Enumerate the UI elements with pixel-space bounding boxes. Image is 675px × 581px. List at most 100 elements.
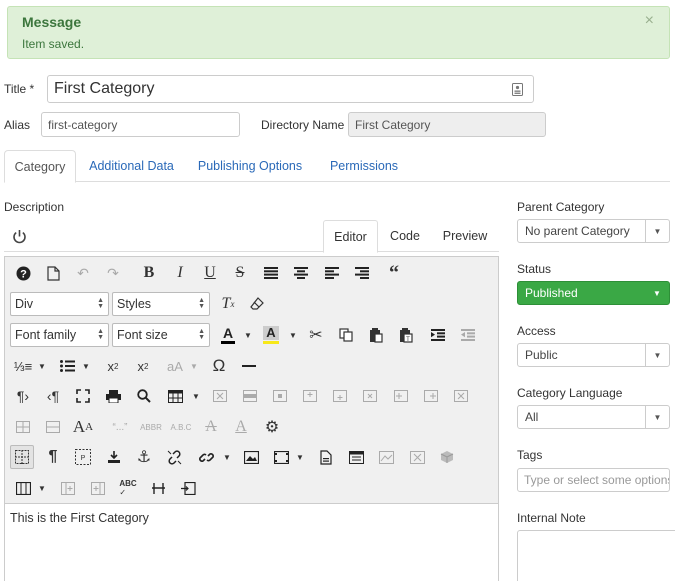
chevron-down-icon[interactable]: ▼ bbox=[81, 354, 91, 378]
rtl-direction-icon[interactable]: ‹¶ bbox=[41, 384, 65, 408]
font-family-select[interactable]: Font family ▲ ▼ bbox=[10, 323, 109, 347]
show-invisibles-icon[interactable]: ¶ bbox=[41, 445, 65, 469]
tab-code[interactable]: Code bbox=[380, 220, 430, 252]
title-input[interactable]: First Category bbox=[47, 75, 534, 103]
tab-publishing-options[interactable]: Publishing Options bbox=[190, 150, 310, 182]
align-left-icon[interactable] bbox=[320, 261, 344, 285]
table-row-props-icon[interactable] bbox=[238, 384, 262, 408]
table-delete-icon[interactable] bbox=[208, 384, 232, 408]
access-select[interactable]: Public ▼ bbox=[517, 343, 670, 367]
paste-icon[interactable] bbox=[364, 323, 388, 347]
link-icon[interactable] bbox=[194, 445, 218, 469]
align-center-icon[interactable] bbox=[289, 261, 313, 285]
blockquote-icon[interactable]: “ bbox=[382, 261, 406, 285]
outdent-icon[interactable] bbox=[456, 323, 480, 347]
subscript-icon[interactable]: x2 bbox=[101, 354, 125, 378]
anchor-icon[interactable]: ⚓ bbox=[132, 445, 156, 469]
align-justify-icon[interactable] bbox=[259, 261, 283, 285]
clear-formatting-icon[interactable]: Tx bbox=[216, 292, 240, 316]
italic-icon[interactable]: I bbox=[168, 261, 192, 285]
styles-select[interactable]: Styles ▲ ▼ bbox=[112, 292, 210, 316]
cube-icon[interactable] bbox=[435, 445, 459, 469]
print-icon[interactable] bbox=[101, 384, 125, 408]
tab-permissions[interactable]: Permissions bbox=[322, 150, 406, 182]
redo-icon[interactable]: ↷ bbox=[101, 261, 125, 285]
align-right-icon[interactable] bbox=[350, 261, 374, 285]
layer-remove-icon[interactable] bbox=[405, 445, 429, 469]
table-insert-col-before-icon[interactable] bbox=[389, 384, 413, 408]
table-icon[interactable] bbox=[163, 384, 187, 408]
status-select[interactable]: Published ▼ bbox=[517, 281, 670, 305]
template-icon[interactable] bbox=[314, 445, 338, 469]
strikethrough-icon[interactable]: S bbox=[228, 261, 252, 285]
parent-category-select[interactable]: No parent Category ▼ bbox=[517, 219, 670, 243]
chevron-down-icon[interactable]: ▼ bbox=[37, 476, 47, 500]
bold-icon[interactable]: B bbox=[137, 261, 161, 285]
undo-icon[interactable]: ↶ bbox=[71, 261, 95, 285]
tab-editor[interactable]: Editor bbox=[323, 220, 378, 253]
superscript-icon[interactable]: x2 bbox=[131, 354, 155, 378]
table-delete-col-icon[interactable] bbox=[449, 384, 473, 408]
omega-special-character-icon[interactable]: Ω bbox=[207, 354, 231, 378]
unlink-icon[interactable] bbox=[162, 445, 186, 469]
paste-text-icon[interactable]: T bbox=[394, 323, 418, 347]
nonbreaking-space-icon[interactable] bbox=[146, 476, 170, 500]
indent-icon[interactable] bbox=[426, 323, 450, 347]
table-delete-row-icon[interactable] bbox=[358, 384, 382, 408]
video-icon[interactable] bbox=[269, 445, 293, 469]
show-blocks-icon[interactable]: P bbox=[71, 445, 95, 469]
tags-input[interactable]: Type or select some options bbox=[517, 468, 670, 492]
chevron-down-icon[interactable]: ▼ bbox=[37, 354, 47, 378]
text-color-icon[interactable]: A bbox=[216, 323, 240, 347]
insertion-icon[interactable]: A bbox=[229, 415, 253, 439]
columns-icon[interactable] bbox=[11, 476, 35, 500]
close-icon[interactable]: × bbox=[645, 12, 654, 30]
new-document-icon[interactable] bbox=[41, 261, 65, 285]
abbreviation-icon[interactable]: ABBR bbox=[138, 415, 164, 439]
insert-media-icon[interactable] bbox=[102, 445, 126, 469]
cut-icon[interactable]: ✂ bbox=[304, 323, 328, 347]
underline-icon[interactable]: U bbox=[198, 261, 222, 285]
chevron-down-icon[interactable]: ▼ bbox=[243, 323, 253, 347]
eraser-icon[interactable] bbox=[245, 292, 269, 316]
copy-icon[interactable] bbox=[334, 323, 358, 347]
column-insert-before-icon[interactable] bbox=[56, 476, 80, 500]
chevron-down-icon[interactable]: ▼ bbox=[222, 445, 232, 469]
bullet-list-icon[interactable] bbox=[55, 354, 79, 378]
table-insert-col-after-icon[interactable] bbox=[419, 384, 443, 408]
layer-absolute-icon[interactable] bbox=[374, 445, 398, 469]
font-size-scale-icon[interactable]: aA bbox=[163, 354, 187, 378]
tab-additional-data[interactable]: Additional Data bbox=[84, 150, 179, 182]
internal-note-textarea[interactable] bbox=[517, 530, 675, 581]
chevron-down-icon[interactable]: ▼ bbox=[295, 445, 305, 469]
table-insert-row-before-icon[interactable] bbox=[298, 384, 322, 408]
quotes-icon[interactable]: “...” bbox=[105, 415, 135, 439]
typography-icon[interactable]: AA bbox=[71, 415, 95, 439]
format-select[interactable]: Div ▲ ▼ bbox=[10, 292, 109, 316]
deletion-icon[interactable]: A bbox=[199, 415, 223, 439]
background-color-icon[interactable]: A bbox=[259, 323, 283, 347]
editor-content[interactable]: This is the First Category bbox=[10, 511, 149, 525]
table-merge-cells-icon[interactable] bbox=[41, 415, 65, 439]
tab-preview[interactable]: Preview bbox=[436, 220, 494, 252]
fullscreen-icon[interactable] bbox=[71, 384, 95, 408]
numbered-list-icon[interactable]: ⅓≡ bbox=[11, 354, 35, 378]
tab-category[interactable]: Category bbox=[4, 150, 76, 183]
gear-icon[interactable]: ⚙ bbox=[260, 415, 284, 439]
search-icon[interactable] bbox=[132, 384, 156, 408]
table-cell-props-icon[interactable] bbox=[268, 384, 292, 408]
page-break-icon[interactable] bbox=[176, 476, 200, 500]
chevron-down-icon[interactable]: ▼ bbox=[191, 384, 201, 408]
category-language-select[interactable]: All ▼ bbox=[517, 405, 670, 429]
table-insert-row-after-icon[interactable] bbox=[328, 384, 352, 408]
ltr-direction-icon[interactable]: ¶› bbox=[11, 384, 35, 408]
alias-input[interactable]: first-category bbox=[41, 112, 240, 137]
visual-aid-icon[interactable] bbox=[10, 445, 34, 469]
image-icon[interactable] bbox=[239, 445, 263, 469]
layer-icon[interactable] bbox=[344, 445, 368, 469]
acronym-icon[interactable]: A.B.C bbox=[168, 415, 194, 439]
column-insert-after-icon[interactable] bbox=[86, 476, 110, 500]
chevron-down-icon[interactable]: ▼ bbox=[288, 323, 298, 347]
horizontal-rule-icon[interactable] bbox=[237, 354, 261, 378]
font-size-select[interactable]: Font size ▲ ▼ bbox=[112, 323, 210, 347]
